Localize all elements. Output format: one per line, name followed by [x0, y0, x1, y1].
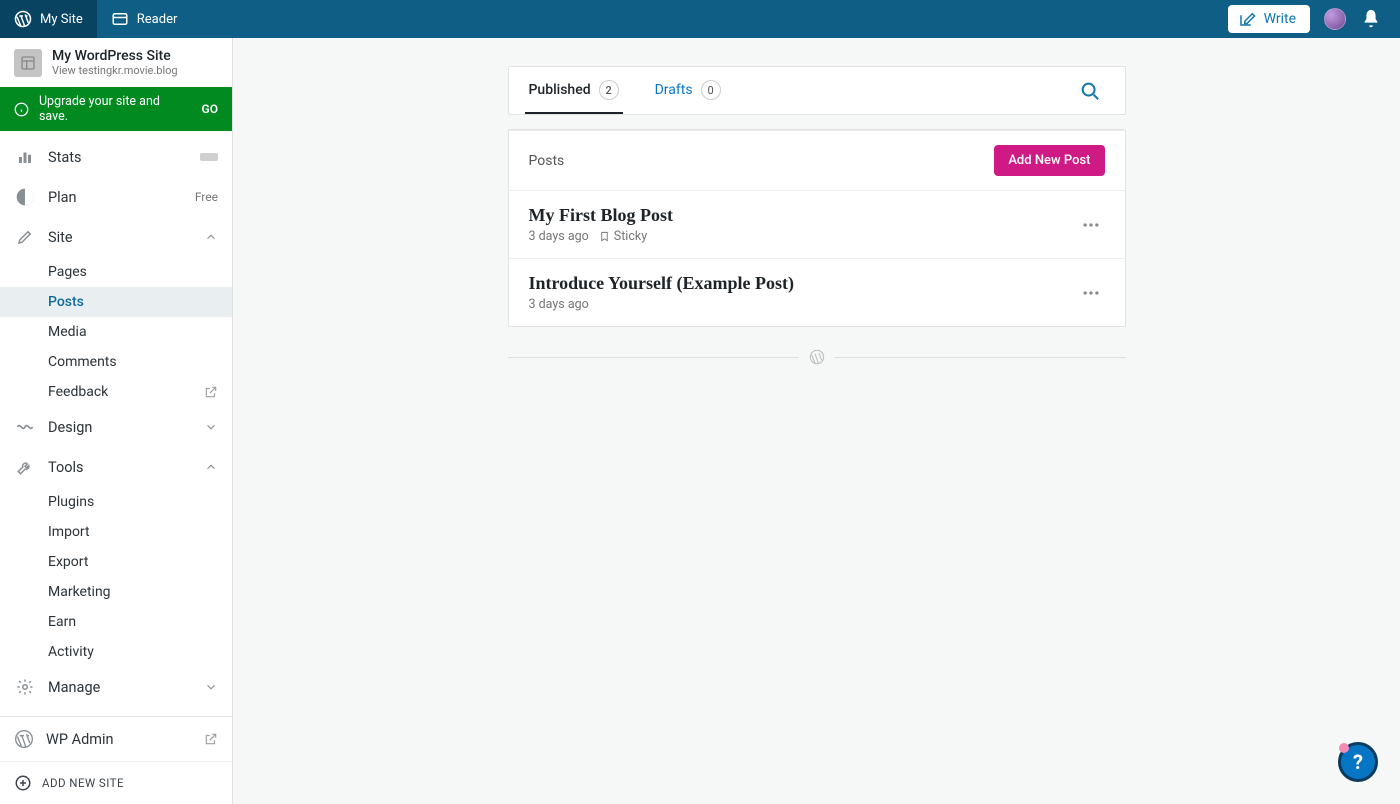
- post-row[interactable]: Introduce Yourself (Example Post) 3 days…: [509, 258, 1125, 326]
- sidebar-item-earn[interactable]: Earn: [0, 607, 232, 637]
- sidebar-label: Site: [48, 229, 73, 246]
- help-label: ?: [1353, 750, 1363, 774]
- wrench-icon: [14, 456, 36, 478]
- sidebar-item-media[interactable]: Media: [0, 317, 232, 347]
- sidebar-label: WP Admin: [46, 731, 114, 748]
- upgrade-text: Upgrade your site and save.: [39, 94, 192, 124]
- tab-count: 0: [701, 80, 721, 100]
- chevron-up-icon: [204, 460, 218, 474]
- post-more-button[interactable]: [1077, 279, 1105, 307]
- post-row[interactable]: My First Blog Post 3 days ago Sticky: [509, 190, 1125, 258]
- sidebar-label: Plan: [48, 189, 77, 206]
- site-url: View testingkr.movie.blog: [52, 64, 178, 77]
- search-button[interactable]: [1071, 72, 1109, 110]
- tab-label: Drafts: [655, 82, 693, 98]
- sidebar-item-stats[interactable]: Stats: [0, 137, 232, 177]
- compose-icon: [1238, 10, 1256, 28]
- tab-published[interactable]: Published 2: [525, 67, 623, 114]
- wordpress-icon: [809, 349, 825, 365]
- post-date: 3 days ago: [529, 229, 589, 244]
- post-title: Introduce Yourself (Example Post): [529, 273, 794, 294]
- sidebar-label: Design: [48, 419, 92, 436]
- plan-badge: Free: [195, 190, 218, 204]
- notification-dot: [1339, 743, 1349, 753]
- pencil-icon: [14, 226, 36, 248]
- chevron-up-icon: [204, 230, 218, 244]
- sidebar-label: Tools: [48, 459, 84, 476]
- help-button[interactable]: ?: [1338, 742, 1378, 782]
- sidebar-item-activity[interactable]: Activity: [0, 637, 232, 667]
- reader-icon: [111, 10, 129, 28]
- sidebar-item-feedback[interactable]: Feedback: [0, 377, 232, 407]
- wordpress-icon: [14, 10, 32, 28]
- site-card[interactable]: My WordPress Site View testingkr.movie.b…: [0, 38, 232, 87]
- notifications-icon[interactable]: [1360, 8, 1382, 30]
- post-more-button[interactable]: [1077, 211, 1105, 239]
- chevron-down-icon: [204, 420, 218, 434]
- posts-heading: Posts: [529, 153, 565, 169]
- post-sticky: Sticky: [614, 229, 647, 244]
- sidebar-label: Manage: [48, 679, 100, 696]
- post-title: My First Blog Post: [529, 205, 673, 226]
- add-site-label: ADD NEW SITE: [42, 776, 124, 790]
- sidebar-item-plan[interactable]: Plan Free: [0, 177, 232, 217]
- search-icon: [1079, 80, 1101, 102]
- sidebar-item-import[interactable]: Import: [0, 517, 232, 547]
- add-new-site-button[interactable]: ADD NEW SITE: [0, 761, 232, 804]
- plan-icon: [14, 186, 36, 208]
- sidebar-item-tools[interactable]: Tools: [0, 447, 232, 487]
- sidebar-item-site[interactable]: Site: [0, 217, 232, 257]
- site-title: My WordPress Site: [52, 48, 178, 64]
- write-button[interactable]: Write: [1228, 5, 1310, 33]
- site-icon: [14, 49, 42, 77]
- sidebar-item-wpadmin[interactable]: WP Admin: [0, 717, 232, 761]
- sidebar-label: Stats: [48, 149, 81, 166]
- gear-icon: [14, 676, 36, 698]
- sidebar-item-plugins[interactable]: Plugins: [0, 487, 232, 517]
- main-content: Published 2 Drafts 0 Posts Add New Post: [233, 38, 1400, 804]
- tab-drafts[interactable]: Drafts 0: [651, 67, 725, 114]
- wordpress-icon: [14, 729, 34, 749]
- nav-reader[interactable]: Reader: [97, 0, 192, 38]
- sidebar-item-design[interactable]: Design: [0, 407, 232, 447]
- sidebar: My WordPress Site View testingkr.movie.b…: [0, 38, 233, 804]
- nav-my-site-label: My Site: [40, 12, 83, 27]
- plus-circle-icon: [14, 774, 32, 792]
- sidebar-item-comments[interactable]: Comments: [0, 347, 232, 377]
- end-divider: [508, 349, 1126, 365]
- design-icon: [14, 416, 36, 438]
- bookmark-icon: [599, 231, 610, 242]
- sidebar-item-posts[interactable]: Posts: [0, 287, 232, 317]
- write-label: Write: [1264, 11, 1296, 27]
- tab-count: 2: [599, 80, 619, 100]
- nav-my-site[interactable]: My Site: [0, 0, 97, 38]
- stats-icon: [14, 146, 36, 168]
- external-link-icon: [204, 385, 218, 399]
- sidebar-item-manage[interactable]: Manage: [0, 667, 232, 707]
- stats-sparkline: [200, 153, 218, 161]
- posts-panel: Published 2 Drafts 0: [508, 66, 1126, 115]
- sidebar-item-marketing[interactable]: Marketing: [0, 577, 232, 607]
- posts-list-panel: Posts Add New Post My First Blog Post 3 …: [508, 129, 1126, 327]
- tab-label: Published: [529, 82, 591, 98]
- more-icon: [1081, 215, 1101, 235]
- sidebar-item-export[interactable]: Export: [0, 547, 232, 577]
- sidebar-item-pages[interactable]: Pages: [0, 257, 232, 287]
- upgrade-go: GO: [202, 102, 218, 116]
- info-icon: [14, 102, 29, 117]
- post-date: 3 days ago: [529, 297, 589, 312]
- avatar[interactable]: [1324, 8, 1346, 30]
- chevron-down-icon: [204, 680, 218, 694]
- nav-reader-label: Reader: [137, 12, 178, 27]
- upgrade-banner[interactable]: Upgrade your site and save. GO: [0, 87, 232, 131]
- add-new-post-button[interactable]: Add New Post: [994, 145, 1104, 176]
- external-link-icon: [204, 732, 218, 746]
- more-icon: [1081, 283, 1101, 303]
- topbar: My Site Reader Write: [0, 0, 1400, 38]
